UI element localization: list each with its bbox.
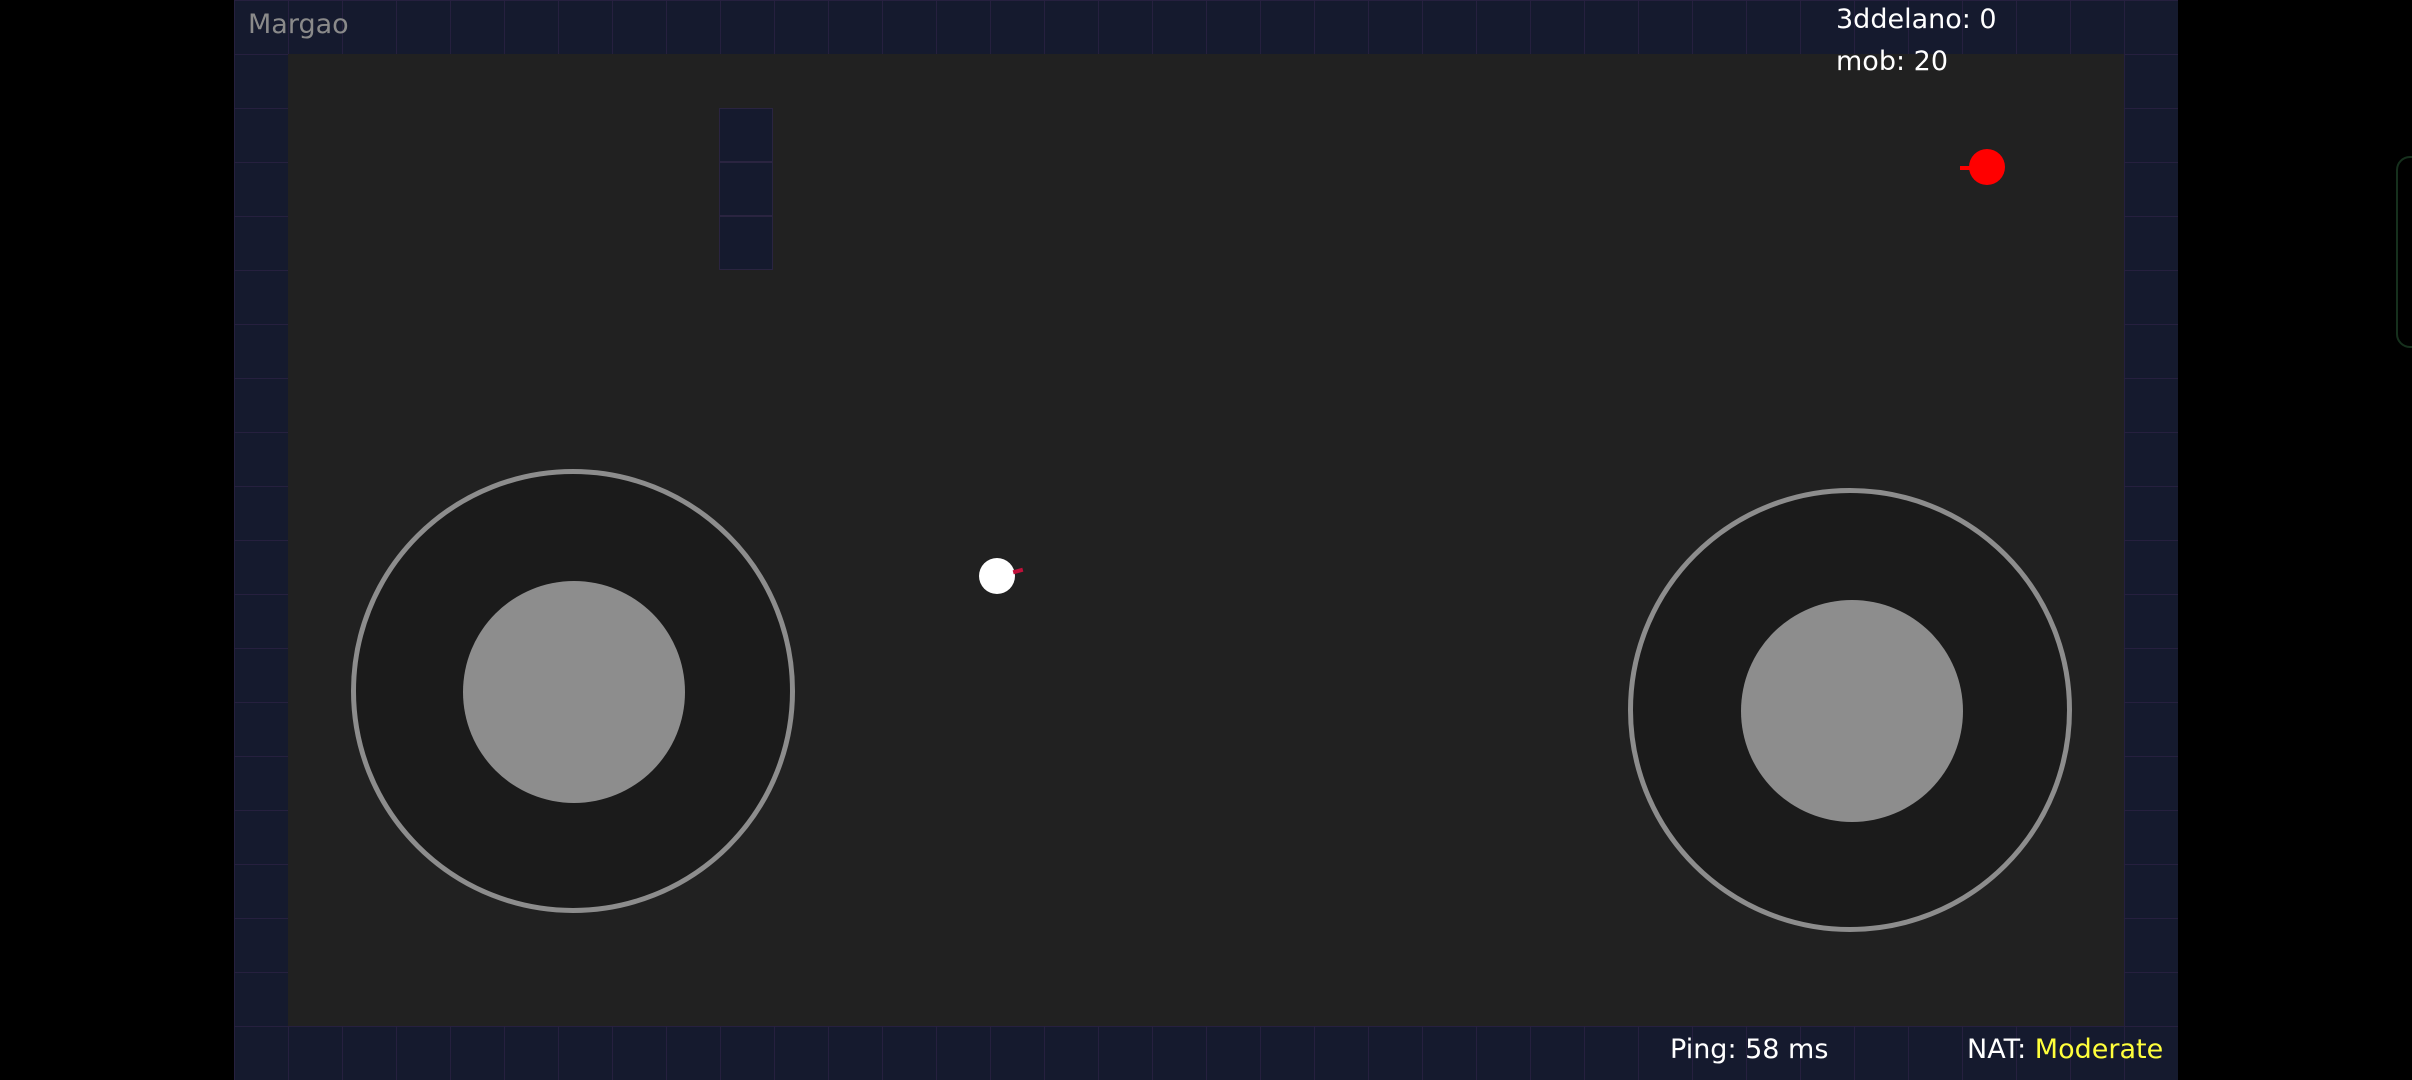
- wall-block: [719, 162, 773, 216]
- player-score: 3ddelano: 0: [1836, 4, 1997, 35]
- player-character: [979, 558, 1015, 594]
- edge-panel-handle[interactable]: [2396, 156, 2412, 348]
- movement-joystick-knob[interactable]: [463, 581, 685, 803]
- server-name-label: Margao: [248, 9, 349, 40]
- aim-joystick-knob[interactable]: [1741, 600, 1963, 822]
- nat-status: NAT: Moderate: [1967, 1036, 2163, 1063]
- wall-block: [719, 108, 773, 162]
- ping-readout: Ping: 58 ms: [1670, 1034, 1829, 1065]
- nat-value: Moderate: [2034, 1034, 2164, 1065]
- mob-gun-indicator: [1960, 166, 1972, 170]
- game-screen: Margao 3ddelano: 0 mob: 20 Ping: 58 ms N…: [0, 0, 2412, 1080]
- wall-block: [719, 216, 773, 270]
- game-viewport: Margao 3ddelano: 0 mob: 20 Ping: 58 ms N…: [234, 0, 2178, 1080]
- mob-enemy: [1969, 149, 2005, 185]
- nat-label: NAT:: [1967, 1034, 2035, 1065]
- mob-score: mob: 20: [1836, 46, 1948, 77]
